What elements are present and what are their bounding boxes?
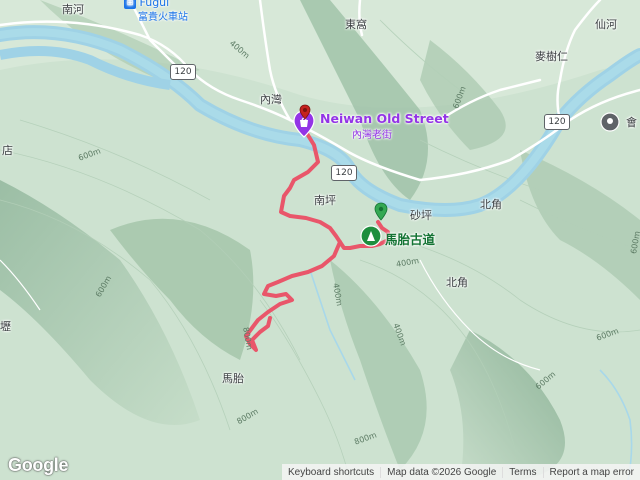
place-label-hui: 會: [626, 116, 637, 129]
place-label-neiwan: 內灣: [260, 93, 282, 106]
road-shield-120-a: 120: [170, 64, 196, 80]
road-shield-120-c: 120: [544, 114, 570, 130]
place-label-beijiao-1: 北角: [480, 198, 502, 211]
google-logo: Google: [8, 455, 69, 475]
keyboard-shortcuts-link[interactable]: Keyboard shortcuts: [282, 467, 380, 478]
terrain-layer: [0, 0, 640, 480]
place-label-dongwo: 東窩: [345, 18, 367, 31]
report-error-link[interactable]: Report a map error: [542, 466, 640, 478]
poi-subtitle-neiwan-old-street: 內灣老街: [352, 130, 392, 141]
hiking-trail-icon[interactable]: [360, 225, 382, 247]
place-label-dian: 店: [2, 144, 13, 157]
place-label-shaping: 砂坪: [410, 209, 432, 222]
trail-end-pin-icon: [299, 104, 311, 120]
road-shield-120-b: 120: [331, 165, 357, 181]
map-canvas[interactable]: 南河 ⊞ Fugui 富貴火車站 東窩 仙河 麥樹仁 內灣 南坪 砂坪 北角 北…: [0, 0, 640, 480]
train-station-icon: ⊞: [124, 0, 136, 9]
place-pin-icon[interactable]: [600, 112, 620, 132]
trail-start-pin-icon: [374, 202, 388, 221]
place-label-li: 壢: [0, 320, 11, 333]
place-label-beijiao-2: 北角: [446, 276, 468, 289]
place-label-nanhe: 南河: [62, 3, 84, 16]
place-label-xianhe: 仙河: [595, 18, 617, 31]
place-label-nanping: 南坪: [314, 194, 336, 207]
poi-title-neiwan-old-street[interactable]: Neiwan Old Street: [320, 111, 449, 126]
attribution-bar: Keyboard shortcuts Map data ©2026 Google…: [281, 464, 640, 480]
poi-title-matai-trail[interactable]: 馬胎古道: [385, 229, 435, 248]
terms-link[interactable]: Terms: [502, 466, 542, 478]
map-data-text: Map data ©2026 Google: [380, 466, 502, 478]
train-station-label-zh: 富貴火車站: [138, 12, 188, 23]
place-label-maishuren: 麥樹仁: [535, 50, 568, 63]
place-label-matai: 馬胎: [222, 372, 244, 385]
